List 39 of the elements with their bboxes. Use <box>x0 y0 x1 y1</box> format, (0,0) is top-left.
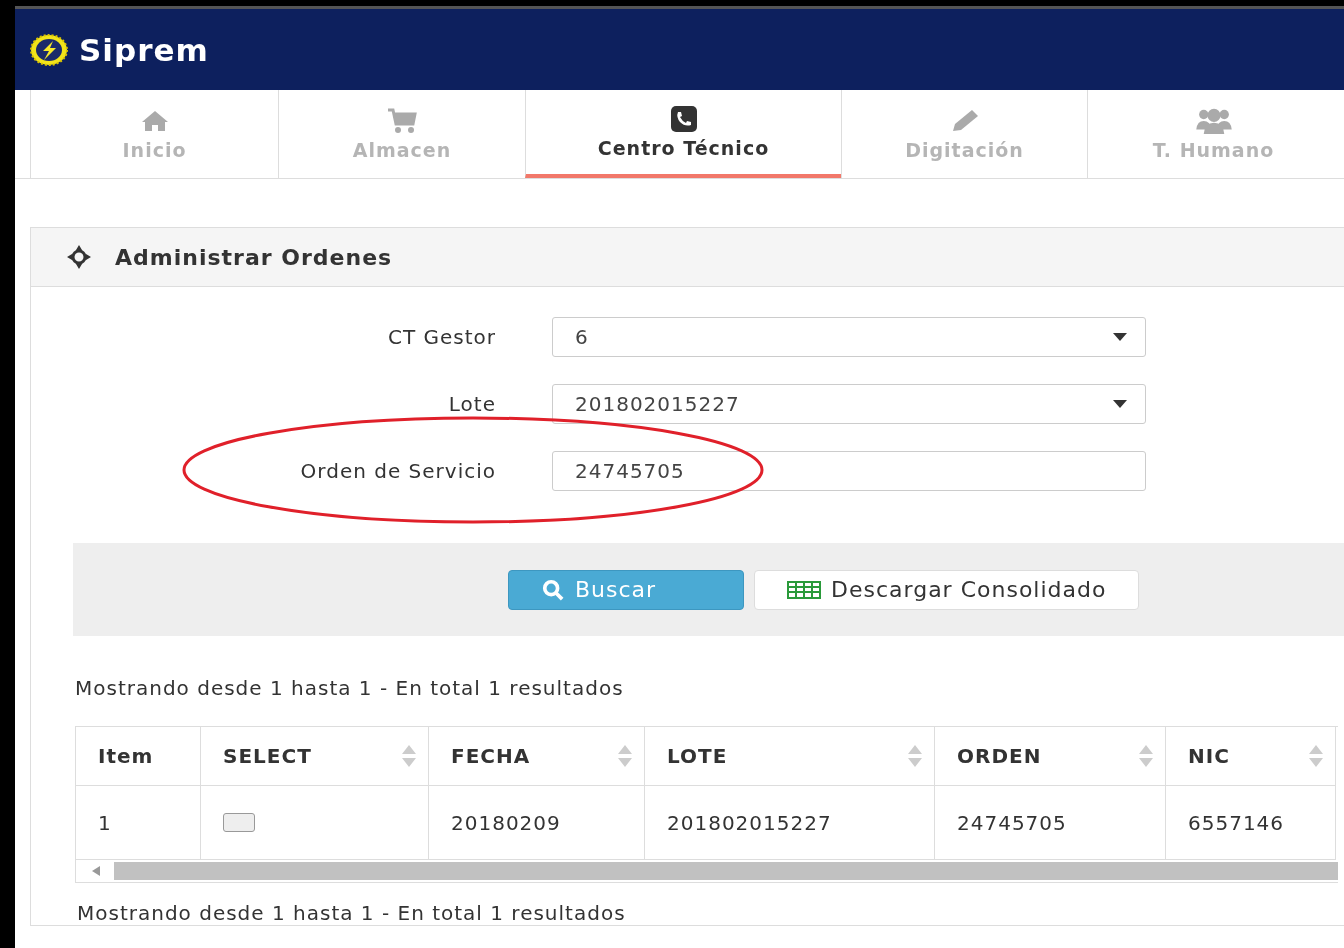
users-icon <box>1193 107 1234 135</box>
logo-icon <box>29 32 69 67</box>
field-label: Orden de Servicio <box>299 459 497 483</box>
input-field[interactable]: 24745705 <box>552 451 1146 491</box>
table-icon <box>787 580 821 599</box>
sort-icon[interactable] <box>402 745 416 767</box>
sort-icon[interactable] <box>618 745 632 767</box>
table-cell: 201802015227 <box>667 810 832 835</box>
table-cell: 24745705 <box>957 810 1067 835</box>
table-cell: 20180209 <box>451 810 561 835</box>
sort-icon[interactable] <box>908 745 922 767</box>
cart-icon <box>387 107 417 135</box>
table-cell: 6557146 <box>1188 810 1285 835</box>
field-label: CT Gestor <box>386 325 497 349</box>
column-header[interactable]: LOTE <box>667 744 728 768</box>
column-header[interactable]: Item <box>98 744 154 768</box>
field-label: Lote <box>447 392 497 416</box>
nav-tab[interactable]: Centro Técnico <box>525 90 841 178</box>
results-summary: Mostrando desde 1 hasta 1 - En total 1 resultados <box>75 676 625 700</box>
sort-icon[interactable] <box>1139 745 1153 767</box>
search-icon <box>541 578 565 601</box>
column-header[interactable]: ORDEN <box>957 744 1042 768</box>
scroll-left-icon[interactable] <box>92 866 100 876</box>
app-title: Siprem <box>79 31 209 68</box>
sort-icon[interactable] <box>1309 745 1323 767</box>
caret-icon <box>1113 333 1127 341</box>
select-field[interactable]: 201802015227 <box>552 384 1146 424</box>
action-button[interactable]: Descargar Consolidado <box>754 569 1140 610</box>
select-field[interactable]: 6 <box>552 317 1146 357</box>
row-checkbox[interactable] <box>223 813 255 832</box>
table-cell: 1 <box>98 810 112 835</box>
phone-icon <box>670 105 697 133</box>
move-icon <box>67 245 91 269</box>
caret-icon <box>1113 400 1127 408</box>
column-header[interactable]: NIC <box>1188 744 1230 768</box>
column-header[interactable]: SELECT <box>223 744 312 768</box>
panel-title: Administrar Ordenes <box>115 244 393 270</box>
results-summary: Mostrando desde 1 hasta 1 - En total 1 resultados <box>77 901 627 925</box>
column-header[interactable]: FECHA <box>451 744 531 768</box>
